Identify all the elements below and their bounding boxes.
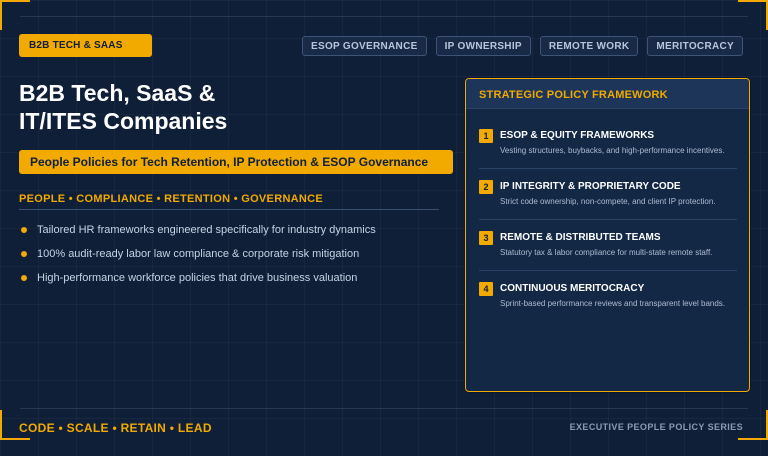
page-title: B2B Tech, SaaS & IT/ITES Companies bbox=[19, 79, 439, 135]
title-line-1: B2B Tech, SaaS & bbox=[19, 80, 216, 106]
item-title: REMOTE & DISTRIBUTED TEAMS bbox=[500, 232, 661, 243]
panel-header: STRATEGIC POLICY FRAMEWORK bbox=[466, 79, 749, 109]
corner-bracket-top-right bbox=[738, 0, 768, 30]
category-badge: B2B TECH & SAAS bbox=[19, 34, 152, 57]
list-item: 100% audit-ready labor law compliance & … bbox=[19, 242, 439, 266]
item-number: 4 bbox=[479, 282, 493, 296]
bottom-divider bbox=[20, 408, 748, 409]
item-title: IP INTEGRITY & PROPRIETARY CODE bbox=[500, 181, 681, 192]
bullet-dot-icon bbox=[21, 275, 27, 281]
framework-item-remote: 3 REMOTE & DISTRIBUTED TEAMS Statutory t… bbox=[479, 220, 737, 271]
tag-remote-work: REMOTE WORK bbox=[539, 36, 639, 56]
benefit-list: Tailored HR frameworks engineered specif… bbox=[19, 218, 439, 290]
framework-item-esop: 1 ESOP & EQUITY FRAMEWORKS Vesting struc… bbox=[479, 118, 737, 169]
footer-tagline: CODE • SCALE • RETAIN • LEAD bbox=[19, 421, 212, 435]
bullet-text: 100% audit-ready labor law compliance & … bbox=[37, 248, 360, 260]
subtitle-banner: People Policies for Tech Retention, IP P… bbox=[19, 150, 453, 174]
tag-esop-governance: ESOP GOVERNANCE bbox=[302, 36, 427, 56]
bullet-text: Tailored HR frameworks engineered specif… bbox=[37, 224, 376, 236]
item-description: Vesting structures, buybacks, and high-p… bbox=[500, 146, 725, 155]
title-line-2: IT/ITES Companies bbox=[19, 108, 228, 134]
item-title: CONTINUOUS MERITOCRACY bbox=[500, 283, 645, 294]
footer-series-label: EXECUTIVE PEOPLE POLICY SERIES bbox=[569, 422, 743, 432]
bullet-text: High-performance workforce policies that… bbox=[37, 272, 358, 284]
pillars-heading: PEOPLE • COMPLIANCE • RETENTION • GOVERN… bbox=[19, 193, 439, 210]
topic-tags: ESOP GOVERNANCE IP OWNERSHIP REMOTE WORK… bbox=[302, 36, 743, 56]
item-description: Strict code ownership, non-compete, and … bbox=[500, 197, 716, 206]
item-title: ESOP & EQUITY FRAMEWORKS bbox=[500, 130, 655, 141]
item-description: Sprint-based performance reviews and tra… bbox=[500, 299, 726, 308]
framework-item-ip: 2 IP INTEGRITY & PROPRIETARY CODE Strict… bbox=[479, 169, 737, 220]
framework-item-meritocracy: 4 CONTINUOUS MERITOCRACY Sprint-based pe… bbox=[479, 271, 737, 322]
tag-meritocracy: MERITOCRACY bbox=[647, 36, 743, 56]
corner-bracket-top-left bbox=[0, 0, 30, 30]
tag-ip-ownership: IP OWNERSHIP bbox=[435, 36, 531, 56]
top-divider bbox=[20, 16, 748, 17]
bullet-dot-icon bbox=[21, 251, 27, 257]
list-item: High-performance workforce policies that… bbox=[19, 266, 439, 290]
bullet-dot-icon bbox=[21, 227, 27, 233]
list-item: Tailored HR frameworks engineered specif… bbox=[19, 218, 439, 242]
item-number: 3 bbox=[479, 231, 493, 245]
item-description: Statutory tax & labor compliance for mul… bbox=[500, 248, 713, 257]
item-number: 1 bbox=[479, 129, 493, 143]
policy-framework-panel: STRATEGIC POLICY FRAMEWORK 1 ESOP & EQUI… bbox=[465, 78, 750, 392]
item-number: 2 bbox=[479, 180, 493, 194]
